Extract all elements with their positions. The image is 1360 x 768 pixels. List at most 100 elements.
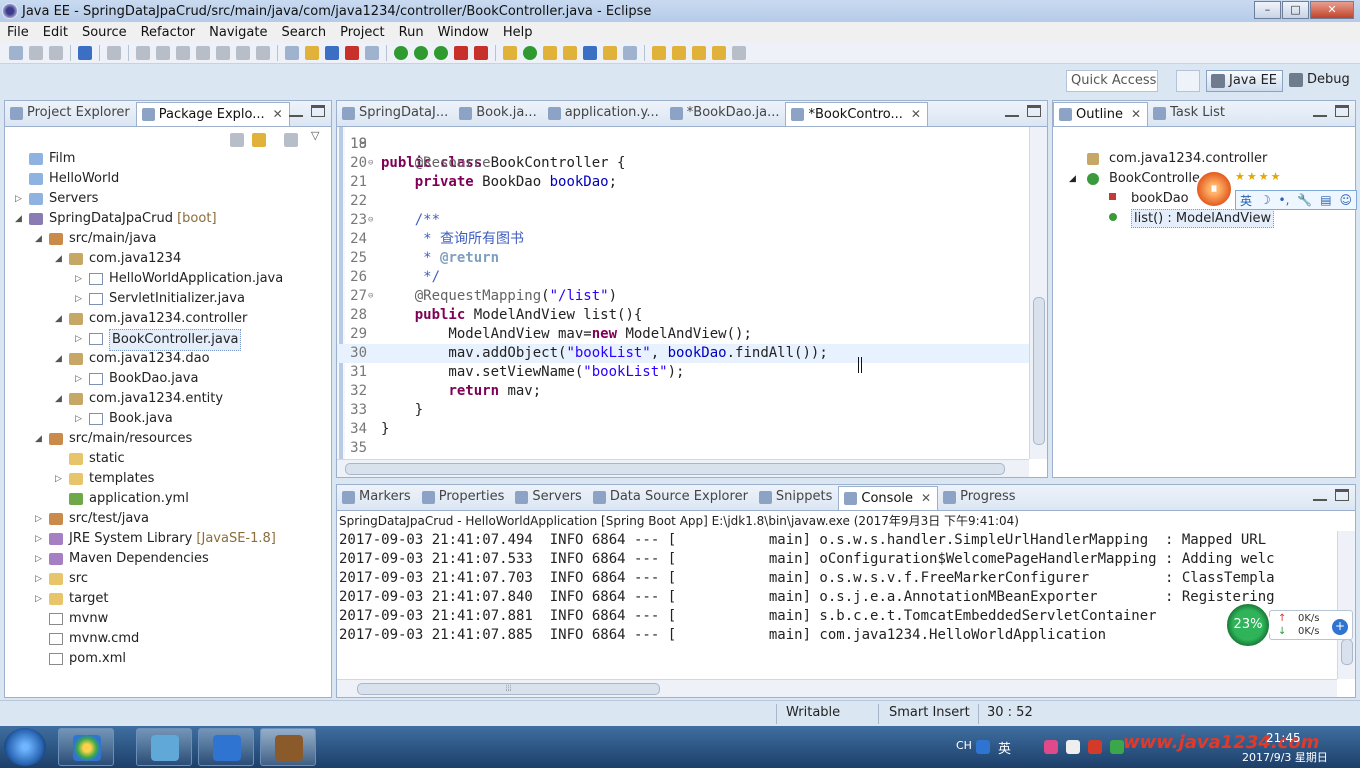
perspective-javaee-button[interactable]: Java EE: [1206, 70, 1284, 92]
tree-item[interactable]: ▷ JRE System Library [JavaSE-1.8]: [5, 529, 331, 549]
bottom-tab[interactable]: Snippets: [754, 486, 838, 510]
task-wps[interactable]: [198, 728, 254, 766]
editor-tab[interactable]: *BookDao.ja...: [665, 102, 786, 126]
link-editor-icon[interactable]: [249, 133, 269, 147]
view-menu-icon[interactable]: ▽: [311, 129, 319, 142]
tree-item[interactable]: ◢ src/main/resources: [5, 429, 331, 449]
annotation-icon[interactable]: [603, 45, 617, 60]
open-perspective-button[interactable]: [1176, 70, 1200, 92]
collapsed-arrow-icon[interactable]: ▷: [75, 329, 85, 349]
collapsed-arrow-icon[interactable]: ▷: [55, 469, 65, 489]
clock-time[interactable]: 21:45: [1266, 731, 1301, 745]
editor-vscrollbar[interactable]: [1029, 127, 1047, 459]
external-tools-icon[interactable]: [474, 45, 488, 60]
expanded-arrow-icon[interactable]: ◢: [35, 429, 45, 449]
tree-item[interactable]: ◢ src/main/java: [5, 229, 331, 249]
network-icon[interactable]: [1066, 740, 1080, 754]
resume-icon[interactable]: [136, 45, 150, 60]
tree-item[interactable]: HelloWorld: [5, 169, 331, 189]
maximize-view-icon[interactable]: [1027, 105, 1041, 117]
collapsed-arrow-icon[interactable]: ▷: [75, 269, 85, 289]
search-icon[interactable]: [583, 45, 597, 60]
tray-app-icon[interactable]: [1044, 740, 1058, 754]
open-task-icon[interactable]: [563, 45, 577, 60]
clock-date[interactable]: 2017/9/3 星期日: [1242, 749, 1328, 765]
menu-source[interactable]: Source: [75, 25, 134, 40]
tree-item[interactable]: pom.xml: [5, 649, 331, 669]
tree-item[interactable]: ▷ BookController.java: [5, 329, 331, 351]
perspective-debug-button[interactable]: Debug: [1285, 70, 1355, 92]
editor-tab[interactable]: application.y...: [543, 102, 665, 126]
new-package-icon[interactable]: [305, 45, 319, 60]
tree-item[interactable]: ◢ SpringDataJpaCrud [boot]: [5, 209, 331, 229]
editor-tab[interactable]: *BookContro... ✕: [785, 102, 928, 126]
editor-hscroll-thumb[interactable]: [345, 463, 1005, 475]
bottom-tab[interactable]: Properties: [417, 486, 511, 510]
tree-item[interactable]: static: [5, 449, 331, 469]
task-dolphin[interactable]: [136, 728, 192, 766]
start-server-icon[interactable]: [345, 45, 359, 60]
last-edit-icon[interactable]: [692, 45, 706, 60]
outline-tab[interactable]: Outline ✕: [1053, 102, 1149, 126]
editor-tab[interactable]: SpringDataJ...: [337, 102, 454, 126]
console-hscroll-thumb[interactable]: ⦙⦙⦙: [357, 683, 660, 695]
ime-tool-icon[interactable]: ☽: [1260, 193, 1271, 207]
skip-breakpoints-icon[interactable]: [107, 45, 121, 60]
outline-tab[interactable]: Task List: [1148, 102, 1231, 126]
expanded-arrow-icon[interactable]: ◢: [55, 389, 65, 409]
tree-item[interactable]: ◢ com.java1234.controller: [5, 309, 331, 329]
language-indicator[interactable]: CH: [956, 739, 972, 752]
debug-icon[interactable]: [394, 45, 408, 60]
tree-item[interactable]: ▷ Maven Dependencies: [5, 549, 331, 569]
save-icon[interactable]: [29, 45, 43, 60]
ime-mode[interactable]: 英: [998, 738, 1011, 757]
new-icon[interactable]: [9, 45, 23, 60]
tree-item[interactable]: ▷ src: [5, 569, 331, 589]
maximize-button[interactable]: □: [1282, 1, 1309, 19]
coverage-icon[interactable]: [434, 45, 448, 60]
expanded-arrow-icon[interactable]: ◢: [35, 229, 45, 249]
tree-item[interactable]: ▷ src/test/java: [5, 509, 331, 529]
code-editor[interactable]: 18 public class BookController { 19 20 ⊖ @…: [337, 127, 1029, 459]
globe-icon[interactable]: [623, 45, 637, 60]
save-all-icon[interactable]: [49, 45, 63, 60]
close-icon[interactable]: ✕: [1131, 107, 1141, 121]
bottom-tab[interactable]: Data Source Explorer: [588, 486, 754, 510]
fold-toggle-icon[interactable]: ⊖: [368, 211, 373, 230]
bottom-tab[interactable]: Servers: [510, 486, 587, 510]
stop-icon[interactable]: [454, 45, 468, 60]
quick-access-input[interactable]: Quick Access: [1066, 70, 1158, 92]
menu-edit[interactable]: Edit: [36, 25, 75, 40]
console-output[interactable]: 2017-09-03 21:41:07.494 INFO 6864 --- [ …: [337, 531, 1337, 679]
maximize-view-icon[interactable]: [311, 105, 325, 117]
open-type-icon[interactable]: [543, 45, 557, 60]
plus-icon[interactable]: +: [1332, 619, 1348, 635]
task-eclipse[interactable]: [260, 728, 316, 766]
back-icon[interactable]: [712, 45, 726, 60]
step-over-icon[interactable]: [236, 45, 250, 60]
tree-item[interactable]: ◢ com.java1234.dao: [5, 349, 331, 369]
run-icon[interactable]: [414, 45, 428, 60]
collapse-all-icon[interactable]: [227, 133, 247, 147]
terminate-icon[interactable]: [176, 45, 190, 60]
tree-item[interactable]: application.yml: [5, 489, 331, 509]
step-into-icon[interactable]: [216, 45, 230, 60]
tree-item[interactable]: mvnw.cmd: [5, 629, 331, 649]
fold-toggle-icon[interactable]: ⊖: [368, 154, 373, 173]
console-hscrollbar[interactable]: ⦙⦙⦙: [337, 679, 1337, 697]
bottom-tab[interactable]: Progress: [938, 486, 1021, 510]
forward-icon[interactable]: [732, 45, 746, 60]
next-annotation-icon[interactable]: [652, 45, 666, 60]
tree-item[interactable]: ▷ BookDao.java: [5, 369, 331, 389]
maximize-view-icon[interactable]: [1335, 105, 1349, 117]
ime-tool-icon[interactable]: ☺: [1339, 193, 1352, 207]
menu-refactor[interactable]: Refactor: [134, 25, 203, 40]
menu-window[interactable]: Window: [431, 25, 496, 40]
cpu-percent-ball[interactable]: 23%: [1225, 602, 1271, 648]
explorer-tab[interactable]: Project Explorer: [5, 102, 136, 126]
step-return-icon[interactable]: [256, 45, 270, 60]
security-icon[interactable]: [1088, 740, 1102, 754]
shield-icon[interactable]: [1110, 740, 1124, 754]
bottom-tab[interactable]: Markers: [337, 486, 417, 510]
minimize-button[interactable]: –: [1254, 1, 1281, 19]
